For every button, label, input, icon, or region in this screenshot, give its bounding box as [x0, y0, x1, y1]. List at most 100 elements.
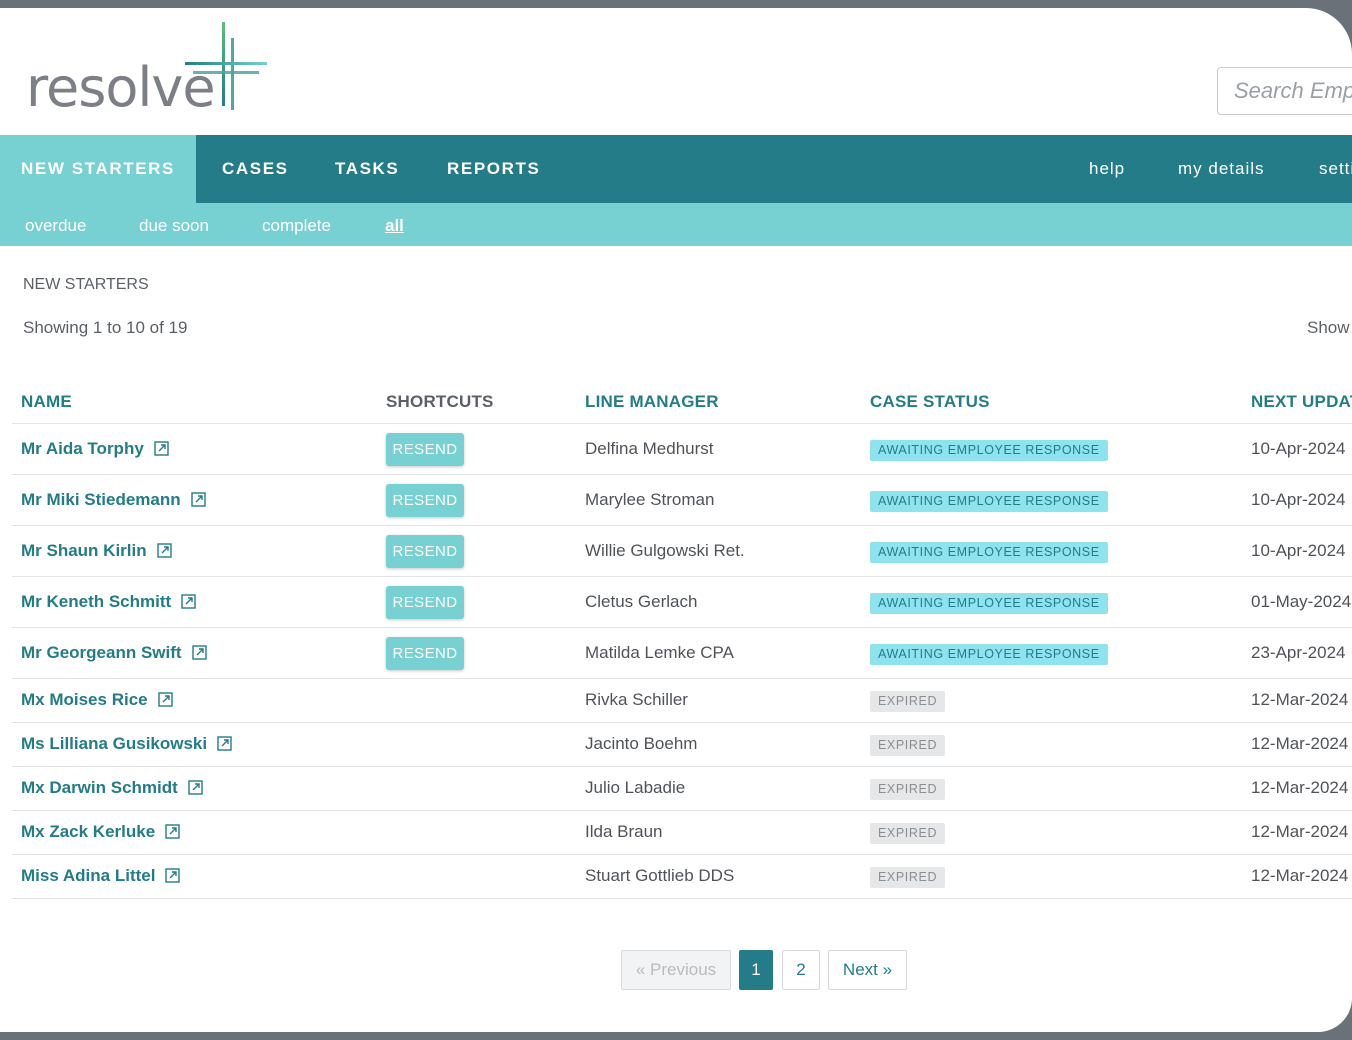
table-row: Mx Zack Kerluke Ilda Braun EXPIRED 12-Mar-2… — [0, 811, 1352, 855]
status-badge: EXPIRED — [870, 779, 946, 800]
status-badge: AWAITING EMPLOYEE RESPONSE — [870, 541, 1108, 563]
next-update-date: 01-May-2024 — [1251, 591, 1352, 611]
resend-button[interactable]: RESEND — [386, 534, 464, 568]
employee-name: Mx Zack Kerluke — [21, 822, 156, 841]
next-update-date: 10-Apr-2024 — [1251, 489, 1346, 509]
column-header-line-manager[interactable]: LINE MANAGER — [585, 392, 719, 412]
status-badge: EXPIRED — [870, 691, 946, 712]
status-badge: AWAITING EMPLOYEE RESPONSE — [870, 439, 1108, 461]
subnav-complete[interactable]: complete — [262, 203, 331, 246]
employee-name-link[interactable]: Mr Aida Torphy — [21, 439, 169, 459]
nav-cases[interactable]: CASES — [222, 135, 289, 203]
employee-name-link[interactable]: Mx Moises Rice — [21, 690, 173, 710]
page-title: NEW STARTERS — [23, 276, 149, 293]
line-manager: Stuart Gottlieb DDS — [585, 866, 735, 885]
resolve-logo[interactable]: resolve — [26, 22, 286, 122]
nav-new-starters[interactable]: NEW STARTERS — [0, 135, 196, 203]
main-nav: NEW STARTERS CASES TASKS REPORTS help my… — [0, 135, 1352, 203]
table-row: Mr Miki Stiedemann RESEND Marylee Stroman A… — [0, 475, 1352, 526]
logo-cross-icon — [185, 22, 267, 110]
table-row: Ms Lilliana Gusikowski Jacinto Boehm EXPIR… — [0, 723, 1352, 767]
employee-name-link[interactable]: Mr Miki Stiedemann — [21, 490, 206, 510]
table-row: Mr Shaun Kirlin RESEND Willie Gulgowski Re… — [0, 526, 1352, 577]
showing-count: Showing 1 to 10 of 19 — [23, 318, 188, 337]
nav-tasks[interactable]: TASKS — [335, 135, 399, 203]
pagination-page-1[interactable]: 1 — [739, 950, 773, 990]
resend-button[interactable]: RESEND — [386, 432, 464, 466]
subnav-due-soon[interactable]: due soon — [139, 203, 209, 246]
next-update-date: 23-Apr-2024 — [1251, 642, 1346, 662]
next-update-date: 10-Apr-2024 — [1251, 540, 1346, 560]
external-link-icon[interactable] — [181, 593, 196, 609]
employee-name-link[interactable]: Ms Lilliana Gusikowski — [21, 734, 232, 754]
column-header-name[interactable]: NAME — [21, 392, 72, 412]
line-manager: Willie Gulgowski Ret. — [585, 540, 745, 560]
column-header-shortcuts: SHORTCUTS — [386, 392, 494, 411]
line-manager: Matilda Lemke CPA — [585, 642, 734, 662]
subnav-overdue[interactable]: overdue — [25, 203, 86, 246]
line-manager: Delfina Medhurst — [585, 438, 714, 458]
employee-name-link[interactable]: Mx Darwin Schmidt — [21, 778, 203, 798]
sub-nav: overdue due soon complete all — [0, 203, 1352, 246]
resend-button[interactable]: RESEND — [386, 585, 464, 619]
line-manager: Cletus Gerlach — [585, 591, 698, 611]
status-badge: EXPIRED — [870, 867, 946, 888]
employee-name: Mx Moises Rice — [21, 690, 148, 709]
nav-my-details[interactable]: my details — [1178, 135, 1265, 203]
employee-name-link[interactable]: Mx Zack Kerluke — [21, 822, 180, 842]
external-link-icon[interactable] — [154, 440, 169, 456]
employee-name-link[interactable]: Mr Georgeann Swift — [21, 643, 207, 663]
next-update-date: 12-Mar-2024 — [1251, 866, 1349, 885]
employee-name-link[interactable]: Miss Adina Littel — [21, 866, 181, 886]
employee-name: Mr Georgeann Swift — [21, 642, 182, 662]
nav-help[interactable]: help — [1089, 135, 1125, 203]
table-row: Mr Georgeann Swift RESEND Matilda Lemke CP… — [0, 628, 1352, 679]
nav-reports[interactable]: REPORTS — [447, 135, 540, 203]
employee-name-link[interactable]: Mr Keneth Schmitt — [21, 592, 196, 612]
pagination-page-2[interactable]: 2 — [782, 950, 820, 990]
external-link-icon[interactable] — [157, 692, 173, 707]
next-update-date: 12-Mar-2024 — [1251, 734, 1349, 753]
app-window: resolve NEW STARTERS CASES TASKS REPOR — [0, 8, 1352, 1032]
external-link-icon[interactable] — [191, 644, 207, 660]
show-entries-label: Show — [1307, 318, 1350, 337]
row-divider — [12, 898, 1352, 899]
external-link-icon[interactable] — [190, 491, 206, 507]
subnav-all[interactable]: all — [385, 203, 404, 246]
column-header-next-update[interactable]: NEXT UPDATE — [1251, 392, 1352, 412]
external-link-icon[interactable] — [165, 868, 181, 883]
employee-name: Mr Miki Stiedemann — [21, 489, 181, 509]
line-manager: Julio Labadie — [585, 778, 686, 797]
employee-name: Mr Keneth Schmitt — [21, 591, 172, 611]
next-update-date: 12-Mar-2024 — [1251, 822, 1349, 841]
column-header-case-status[interactable]: CASE STATUS — [870, 392, 990, 412]
status-badge: EXPIRED — [870, 823, 946, 844]
next-update-date: 12-Mar-2024 — [1251, 690, 1349, 709]
employee-name: Mx Darwin Schmidt — [21, 778, 178, 797]
table-row: Mx Darwin Schmidt Julio Labadie EXPIRED 12-… — [0, 767, 1352, 811]
pagination-previous: « Previous — [621, 950, 731, 990]
resend-button[interactable]: RESEND — [386, 483, 464, 517]
line-manager: Jacinto Boehm — [585, 734, 698, 753]
employee-name-link[interactable]: Mr Shaun Kirlin — [21, 541, 172, 561]
pagination-next[interactable]: Next » — [828, 950, 907, 990]
external-link-icon[interactable] — [188, 780, 203, 795]
external-link-icon[interactable] — [165, 824, 180, 839]
next-update-date: 12-Mar-2024 — [1251, 778, 1349, 797]
table-row: Mr Aida Torphy RESEND Delfina Medhurst AWAI… — [0, 424, 1352, 475]
resend-button[interactable]: RESEND — [386, 636, 464, 670]
status-badge: AWAITING EMPLOYEE RESPONSE — [870, 490, 1108, 512]
table-row: Mx Moises Rice Rivka Schiller EXPIRED 12-Ma… — [0, 679, 1352, 723]
external-link-icon[interactable] — [156, 542, 172, 558]
employee-name: Mr Aida Torphy — [21, 438, 144, 458]
line-manager: Marylee Stroman — [585, 489, 715, 509]
nav-settings[interactable]: settings — [1319, 135, 1352, 203]
table-row: Miss Adina Littel Stuart Gottlieb DDS EXPI… — [0, 855, 1352, 899]
status-badge: AWAITING EMPLOYEE RESPONSE — [870, 592, 1108, 614]
device-frame: resolve NEW STARTERS CASES TASKS REPOR — [0, 0, 1352, 1040]
line-manager: Ilda Braun — [585, 822, 663, 841]
external-link-icon[interactable] — [217, 736, 232, 751]
employee-name: Ms Lilliana Gusikowski — [21, 734, 208, 753]
search-employees-input[interactable] — [1217, 67, 1352, 115]
next-update-date: 10-Apr-2024 — [1251, 438, 1346, 458]
